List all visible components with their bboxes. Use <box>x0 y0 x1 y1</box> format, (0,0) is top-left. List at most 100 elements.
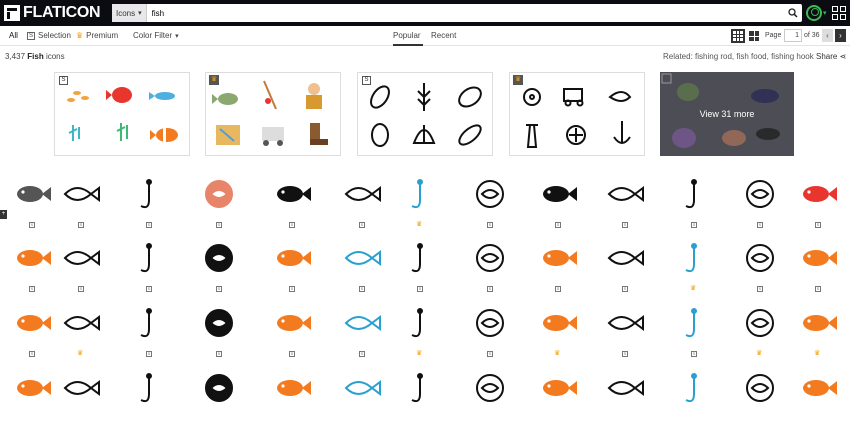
selection-icon: S <box>691 351 697 357</box>
fish-icon <box>63 250 100 266</box>
fish-icon-result[interactable]: S <box>59 178 103 238</box>
fish-icon-result[interactable]: S <box>10 307 54 367</box>
side-panel-toggle[interactable]: + <box>0 210 7 219</box>
tab-popular[interactable]: Popular <box>393 31 423 46</box>
fish-icon <box>685 243 697 273</box>
fish-icon-result[interactable]: S <box>468 242 512 302</box>
selection-icon: S <box>146 351 152 357</box>
fish-icon-result[interactable]: ♛ <box>796 307 840 367</box>
fish-icon-result[interactable]: S <box>536 242 580 302</box>
fish-icon-result[interactable]: ♛ <box>672 242 716 302</box>
share-button[interactable]: Share ⋖ <box>816 52 846 61</box>
fish-icon-result[interactable]: S <box>738 242 782 302</box>
fish-icon-result[interactable]: S <box>270 178 314 238</box>
flaticon-logo[interactable]: FLATICON <box>4 4 101 22</box>
search-button[interactable] <box>784 4 802 22</box>
fish-icon-result[interactable] <box>536 372 580 432</box>
chevron-down-icon[interactable]: ▾ <box>823 9 827 17</box>
fish-icon-result[interactable]: S <box>536 178 580 238</box>
fish-icon-result[interactable] <box>603 372 647 432</box>
selection-icon: S <box>216 351 222 357</box>
crown-icon: ♛ <box>76 31 84 40</box>
fish-icon-result[interactable]: S <box>340 242 384 302</box>
fish-icon-result[interactable]: S <box>603 178 647 238</box>
fish-icon-result[interactable]: S <box>603 242 647 302</box>
selection-icon: S <box>289 222 295 228</box>
fish-icon-result[interactable]: S <box>59 242 103 302</box>
selection-icon: S <box>359 351 365 357</box>
fish-icon-result[interactable]: S <box>738 178 782 238</box>
grid-large-view-icon[interactable] <box>731 29 745 43</box>
next-page-button[interactable]: › <box>835 29 846 42</box>
fish-icon-result[interactable]: S <box>672 178 716 238</box>
fish-icon <box>685 179 697 209</box>
fish-icon-result[interactable] <box>127 372 171 432</box>
fish-icon-result[interactable]: S <box>127 178 171 238</box>
selection-icon: S <box>691 222 697 228</box>
fish-icon-result[interactable]: S <box>270 242 314 302</box>
user-account-icon[interactable] <box>806 5 822 21</box>
results-count: 3,437 Fish icons <box>5 52 65 61</box>
fish-icon <box>411 308 423 338</box>
fish-icon-result[interactable]: S <box>10 242 54 302</box>
page-input[interactable]: 1 <box>784 29 802 42</box>
fish-icon-result[interactable]: ♛ <box>59 307 103 367</box>
fish-icon-result[interactable] <box>340 372 384 432</box>
selection-icon: S <box>815 286 821 292</box>
pack-card-fishing[interactable]: ♛ <box>205 72 341 156</box>
fish-icon-result[interactable]: S <box>603 307 647 367</box>
fish-icon-result[interactable] <box>796 372 840 432</box>
selection-icon: S <box>289 351 295 357</box>
fish-icon-result[interactable]: S <box>197 307 241 367</box>
fish-icon-result[interactable] <box>468 372 512 432</box>
filter-premium[interactable]: ♛ Premium <box>76 31 118 40</box>
fish-icon <box>17 380 51 396</box>
fish-icon-result[interactable]: S <box>127 307 171 367</box>
fish-icon-result[interactable]: ♛ <box>398 178 442 238</box>
fish-icon-result[interactable] <box>197 372 241 432</box>
fish-icon-result[interactable] <box>738 372 782 432</box>
filter-all[interactable]: All <box>9 31 18 40</box>
fish-icon-result[interactable]: S <box>197 242 241 302</box>
fish-icon-result[interactable] <box>59 372 103 432</box>
selection-icon: S <box>487 286 493 292</box>
premium-crown-icon: ♛ <box>554 350 561 357</box>
fish-icon-result[interactable]: S <box>398 242 442 302</box>
prev-page-button[interactable]: ‹ <box>822 29 833 42</box>
fish-icon-result[interactable] <box>270 372 314 432</box>
tab-recent[interactable]: Recent <box>431 31 456 40</box>
pack-card-view-more[interactable]: View 31 more <box>660 72 794 156</box>
fish-icon-result[interactable]: S <box>796 242 840 302</box>
fish-icon <box>140 373 152 403</box>
fish-icon <box>746 180 774 208</box>
fish-icon-result[interactable]: S <box>340 178 384 238</box>
search-input[interactable] <box>146 5 784 21</box>
color-filter-dropdown[interactable]: Color Filter ▾ <box>133 31 179 40</box>
resource-type-select[interactable]: Icons ▾ <box>112 4 147 22</box>
apps-menu-icon[interactable] <box>832 6 846 20</box>
fish-icon-result[interactable] <box>398 372 442 432</box>
fish-icon-result[interactable]: S <box>796 178 840 238</box>
fish-icon-result[interactable] <box>672 372 716 432</box>
fish-icon <box>140 179 152 209</box>
fish-icon-result[interactable]: ♛ <box>738 307 782 367</box>
fish-icon-result[interactable]: S <box>468 307 512 367</box>
pack-card-nautical[interactable]: ♛ <box>509 72 645 156</box>
fish-icon-result[interactable]: S <box>197 178 241 238</box>
fish-icon-result[interactable]: S <box>340 307 384 367</box>
fish-icon-result[interactable]: S <box>672 307 716 367</box>
fish-icon-result[interactable] <box>10 372 54 432</box>
pack-card-fish-colored[interactable]: S <box>54 72 190 156</box>
fish-icon-result[interactable]: S <box>468 178 512 238</box>
fish-icon <box>344 250 381 266</box>
fish-icon-result[interactable]: ♛ <box>536 307 580 367</box>
pack-card-outline[interactable]: S <box>357 72 493 156</box>
related-tags[interactable]: Related: fishing rod, fish food, fishing… <box>663 52 814 61</box>
filter-selection[interactable]: S Selection <box>27 31 71 40</box>
fish-icon-result[interactable]: S <box>10 178 54 238</box>
fish-icon-result[interactable]: ♛ <box>398 307 442 367</box>
page-total: of 36 <box>804 32 820 39</box>
fish-icon-result[interactable]: S <box>127 242 171 302</box>
fish-icon-result[interactable]: S <box>270 307 314 367</box>
grid-small-view-icon[interactable] <box>749 31 759 41</box>
